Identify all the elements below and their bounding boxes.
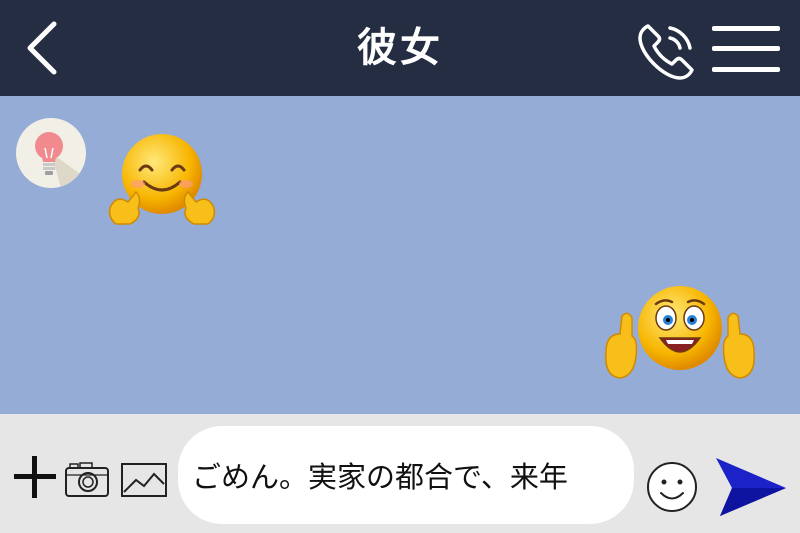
- lightbulb-icon: [35, 132, 86, 188]
- hamburger-menu-icon[interactable]: [710, 24, 782, 74]
- message-text: ごめん。実家の都合で、来年: [192, 460, 568, 494]
- image-icon[interactable]: [120, 460, 168, 500]
- phone-icon[interactable]: [634, 20, 698, 84]
- message-input[interactable]: ごめん。実家の都合で、来年: [178, 426, 634, 524]
- chat-area[interactable]: [0, 96, 800, 414]
- message-input-bar: ごめん。実家の都合で、来年: [0, 414, 800, 533]
- smiley-face-icon[interactable]: [645, 460, 699, 514]
- camera-icon[interactable]: [64, 460, 110, 498]
- chat-header: 彼女: [0, 0, 800, 96]
- send-icon[interactable]: [712, 454, 788, 518]
- smiling-hugging-emoji-sticker[interactable]: [106, 132, 218, 232]
- chevron-left-icon[interactable]: [18, 18, 68, 78]
- partner-avatar[interactable]: [16, 118, 86, 188]
- plus-icon[interactable]: [12, 454, 58, 500]
- thumbs-up-laughing-emoji-sticker[interactable]: [598, 282, 762, 386]
